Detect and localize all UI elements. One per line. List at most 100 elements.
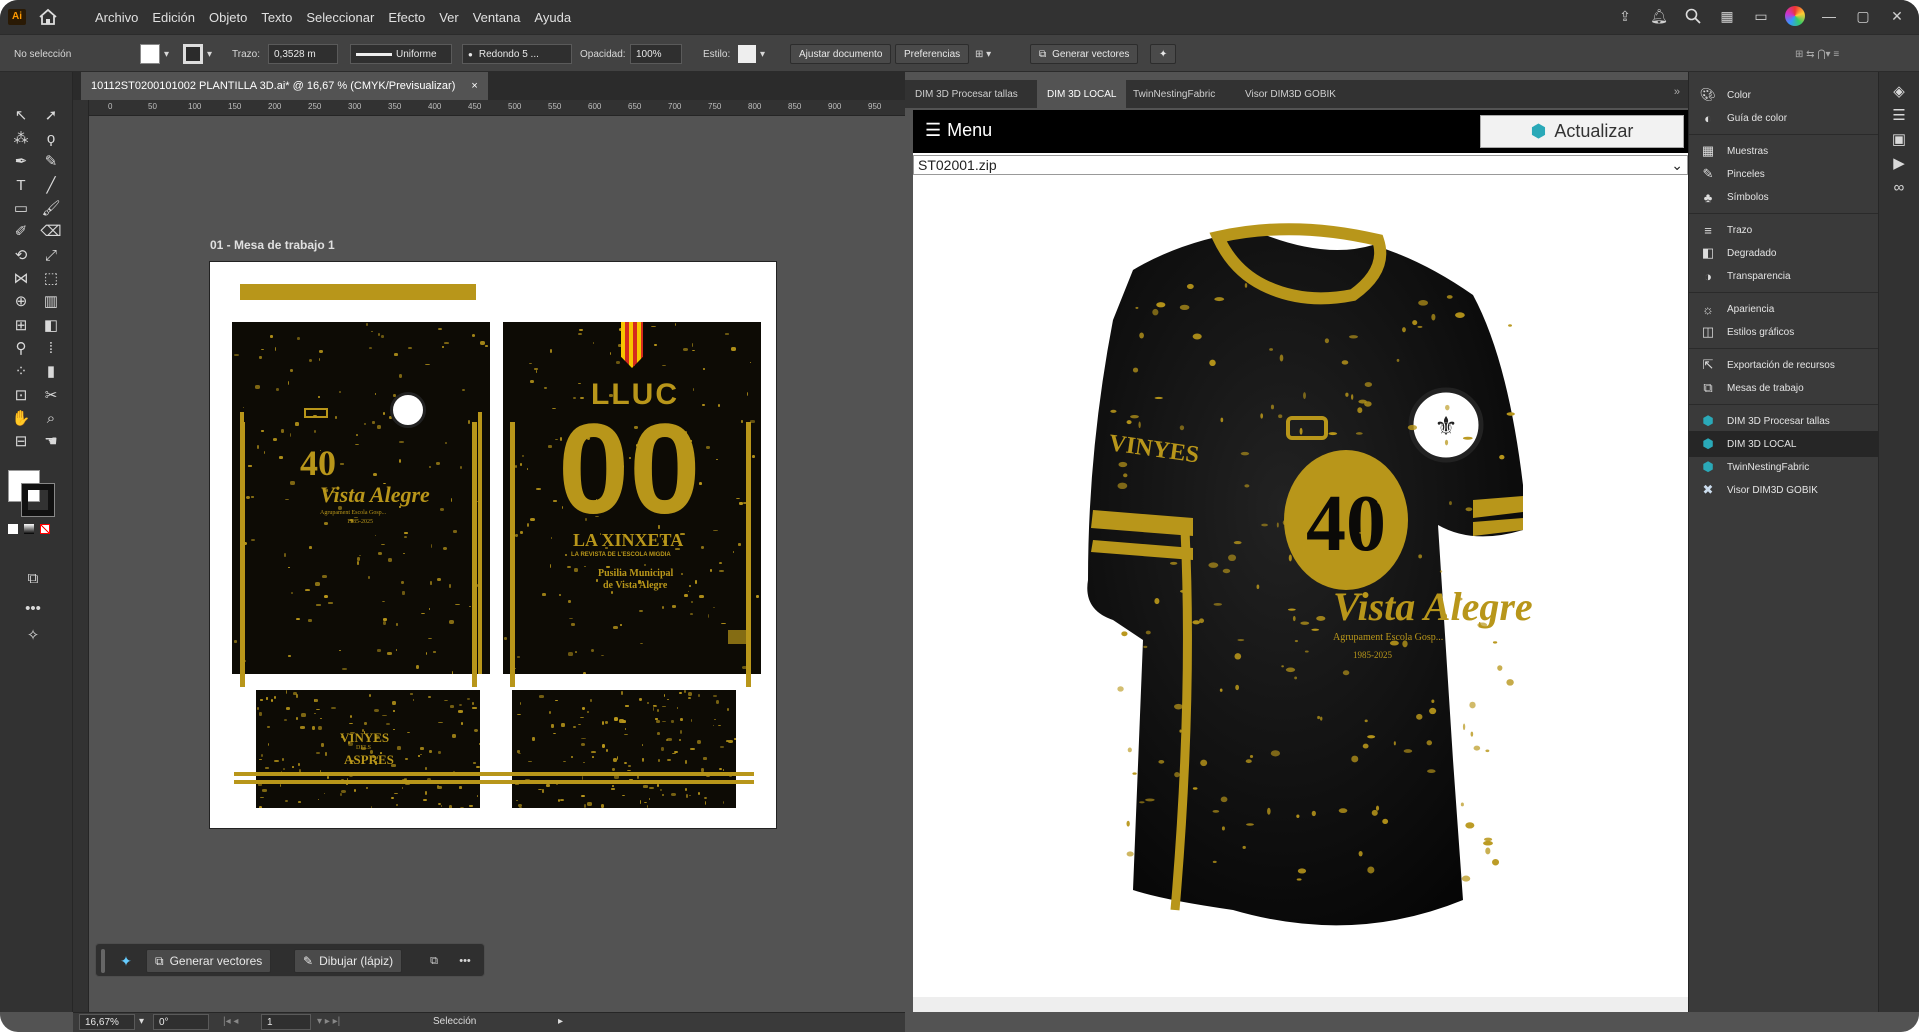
brush-select[interactable]: ● Redondo 5 ...	[462, 44, 572, 64]
status-menu-arrow[interactable]: ▸	[558, 1016, 563, 1027]
adjust-document-button[interactable]: Ajustar documento	[790, 44, 892, 64]
maximize-icon[interactable]: ▢	[1853, 6, 1873, 26]
fill-swatch[interactable]: ▾	[140, 44, 169, 64]
menu-archivo[interactable]: Archivo	[88, 10, 145, 25]
left-sleeve[interactable]: VINYES DELS ASPRES	[256, 690, 480, 808]
panel-visor-dim3d[interactable]: ✖ Visor DIM3D GOBIK	[1689, 477, 1879, 503]
artboard-tool-icon[interactable]: ⊡	[10, 384, 32, 406]
print-tiling-icon[interactable]: ⊟	[10, 430, 32, 452]
front-panel[interactable]: 40 Vista Alegre Agrupament Escola Gosp..…	[232, 322, 490, 674]
draw-pencil-button[interactable]: ✎ Dibujar (lápiz)	[294, 949, 403, 973]
minimize-icon[interactable]: —	[1819, 6, 1839, 26]
hand-icon[interactable]: ☚	[40, 430, 62, 452]
bell-icon[interactable]: 🔔︎	[1649, 6, 1669, 26]
screen-mode-icon[interactable]: ⧉	[22, 567, 44, 589]
menu-texto[interactable]: Texto	[254, 10, 299, 25]
stroke-color-swatch[interactable]	[21, 483, 55, 517]
menu-button[interactable]: ☰ Menu	[925, 120, 992, 141]
artboard-nav-prev[interactable]: |◂ ◂	[223, 1016, 238, 1027]
libraries-icon[interactable]: ▣	[1888, 128, 1910, 150]
menu-seleccionar[interactable]: Seleccionar	[299, 10, 381, 25]
shirt-3d-preview[interactable]: ⚜ 40 Vista Alegre Agrupament Escola Gosp…	[993, 200, 1613, 960]
links-icon[interactable]: ∞	[1888, 176, 1910, 198]
curvature-tool-icon[interactable]: ✎	[40, 150, 62, 172]
column-graph-icon[interactable]: ▮	[40, 360, 62, 382]
panel-expand-icon[interactable]: »	[1674, 86, 1680, 98]
selection-tool-icon[interactable]: ↖	[10, 104, 32, 126]
shape-builder-icon[interactable]: ⊕	[10, 290, 32, 312]
preferences-button[interactable]: Preferencias	[895, 44, 970, 64]
width-tool-icon[interactable]: ⋈	[10, 267, 32, 289]
hand-tool-icon[interactable]: ✋	[10, 407, 32, 429]
mesh-tool-icon[interactable]: ⊞	[10, 314, 32, 336]
play-actions-icon[interactable]: ▶	[1888, 152, 1910, 174]
home-icon[interactable]	[38, 8, 58, 26]
lasso-icon[interactable]: ϙ	[40, 127, 62, 149]
transform-icons[interactable]: ⊞ ⇆ ⋂▾ ≡	[1795, 44, 1839, 64]
magic-wand-icon[interactable]: ⁂	[10, 127, 32, 149]
right-sleeve[interactable]	[512, 690, 736, 808]
scale-tool-icon[interactable]: ⤢	[40, 244, 62, 266]
layers-icon[interactable]: ◈	[1888, 80, 1910, 102]
rotate-view-select[interactable]: 0°	[153, 1014, 209, 1030]
menu-ver[interactable]: Ver	[432, 10, 466, 25]
more-options-icon[interactable]: •••	[451, 949, 479, 973]
shaper-tool-icon[interactable]: ✐	[10, 220, 32, 242]
direct-selection-tool-icon[interactable]: ➚	[40, 104, 62, 126]
generate-vectors-float-button[interactable]: ⧉ Generar vectores	[146, 949, 272, 973]
eyedropper-icon[interactable]: ⚲	[10, 337, 32, 359]
webview-scrollbar[interactable]	[913, 997, 1688, 1012]
workspace-icon[interactable]: ▦	[1717, 6, 1737, 26]
panel-transparency[interactable]: ◑ Transparencia	[1689, 263, 1879, 289]
artboard[interactable]: 40 Vista Alegre Agrupament Escola Gosp..…	[209, 261, 777, 829]
artboard-nav-next[interactable]: ▾ ▸ ▸|	[317, 1016, 340, 1027]
pin-icon[interactable]: ✧	[22, 624, 44, 646]
drag-handle[interactable]	[101, 949, 105, 973]
perspective-grid-icon[interactable]: ▥	[40, 290, 62, 312]
menu-ventana[interactable]: Ventana	[466, 10, 528, 25]
menu-ayuda[interactable]: Ayuda	[527, 10, 578, 25]
zoom-select[interactable]: 16,67%	[79, 1014, 135, 1030]
style-swatch[interactable]: ▾	[738, 44, 765, 64]
tab-visor-dim3d[interactable]: Visor DIM3D GOBIK	[1235, 80, 1346, 108]
back-panel[interactable]: LLUC 00 LA XINXETA LA REVISTA DE L'ESCOL…	[503, 322, 761, 674]
stroke-profile-select[interactable]: Uniforme	[350, 44, 452, 64]
eraser-icon[interactable]: ⌫	[40, 220, 62, 242]
type-tool-icon[interactable]: T	[10, 174, 32, 196]
pen-tool-icon[interactable]: ✒	[10, 150, 32, 172]
free-transform-icon[interactable]: ⬚	[40, 267, 62, 289]
file-select[interactable]: ST02001.zip ⌄	[913, 155, 1688, 175]
panel-symbols[interactable]: ♣ Símbolos	[1689, 184, 1879, 210]
line-tool-icon[interactable]: ╱	[40, 174, 62, 196]
update-button[interactable]: ⬢ Actualizar	[1480, 115, 1684, 148]
generative-icon[interactable]: ✦	[114, 949, 138, 973]
panel-color-guide[interactable]: ◐ Guía de color	[1689, 105, 1879, 131]
tab-dim3d-procesar[interactable]: DIM 3D Procesar tallas	[905, 80, 1028, 108]
gradient-tool-icon[interactable]: ◧	[40, 314, 62, 336]
ai-sparkle-icon[interactable]: ✦	[1150, 44, 1177, 64]
avatar[interactable]	[1785, 6, 1805, 26]
align-icon[interactable]: ⊞ ▾	[975, 44, 991, 64]
document-tab[interactable]: 10112ST0200101002 PLANTILLA 3D.ai* @ 16,…	[81, 72, 488, 100]
color-mode-buttons[interactable]	[8, 524, 68, 536]
menu-edicion[interactable]: Edición	[145, 10, 202, 25]
close-icon[interactable]: ✕	[1887, 6, 1907, 26]
slice-tool-icon[interactable]: ✂	[40, 384, 62, 406]
stroke-weight-input[interactable]: 0,3528 m	[268, 44, 338, 64]
panel-artboards[interactable]: ⧉ Mesas de trabajo	[1689, 375, 1879, 401]
rectangle-tool-icon[interactable]: ▭	[10, 197, 32, 219]
menu-efecto[interactable]: Efecto	[381, 10, 432, 25]
search-icon[interactable]	[1683, 6, 1703, 26]
more-tools-icon[interactable]: •••	[22, 597, 44, 619]
menu-objeto[interactable]: Objeto	[202, 10, 254, 25]
properties-icon[interactable]: ☰	[1888, 104, 1910, 126]
zoom-tool-icon[interactable]: ⌕	[40, 407, 62, 429]
panel-graphic-styles[interactable]: ◫ Estilos gráficos	[1689, 319, 1879, 345]
share-icon[interactable]: ⇪	[1615, 6, 1635, 26]
image-trace-icon[interactable]: ⧉	[422, 949, 446, 973]
rotate-tool-icon[interactable]: ⟲	[10, 244, 32, 266]
symbol-sprayer-icon[interactable]: ⁘	[10, 360, 32, 382]
tab-twinnesting[interactable]: TwinNestingFabric	[1123, 80, 1225, 108]
close-tab-icon[interactable]: ×	[471, 80, 477, 92]
stroke-swatch[interactable]: ▾	[183, 44, 212, 64]
